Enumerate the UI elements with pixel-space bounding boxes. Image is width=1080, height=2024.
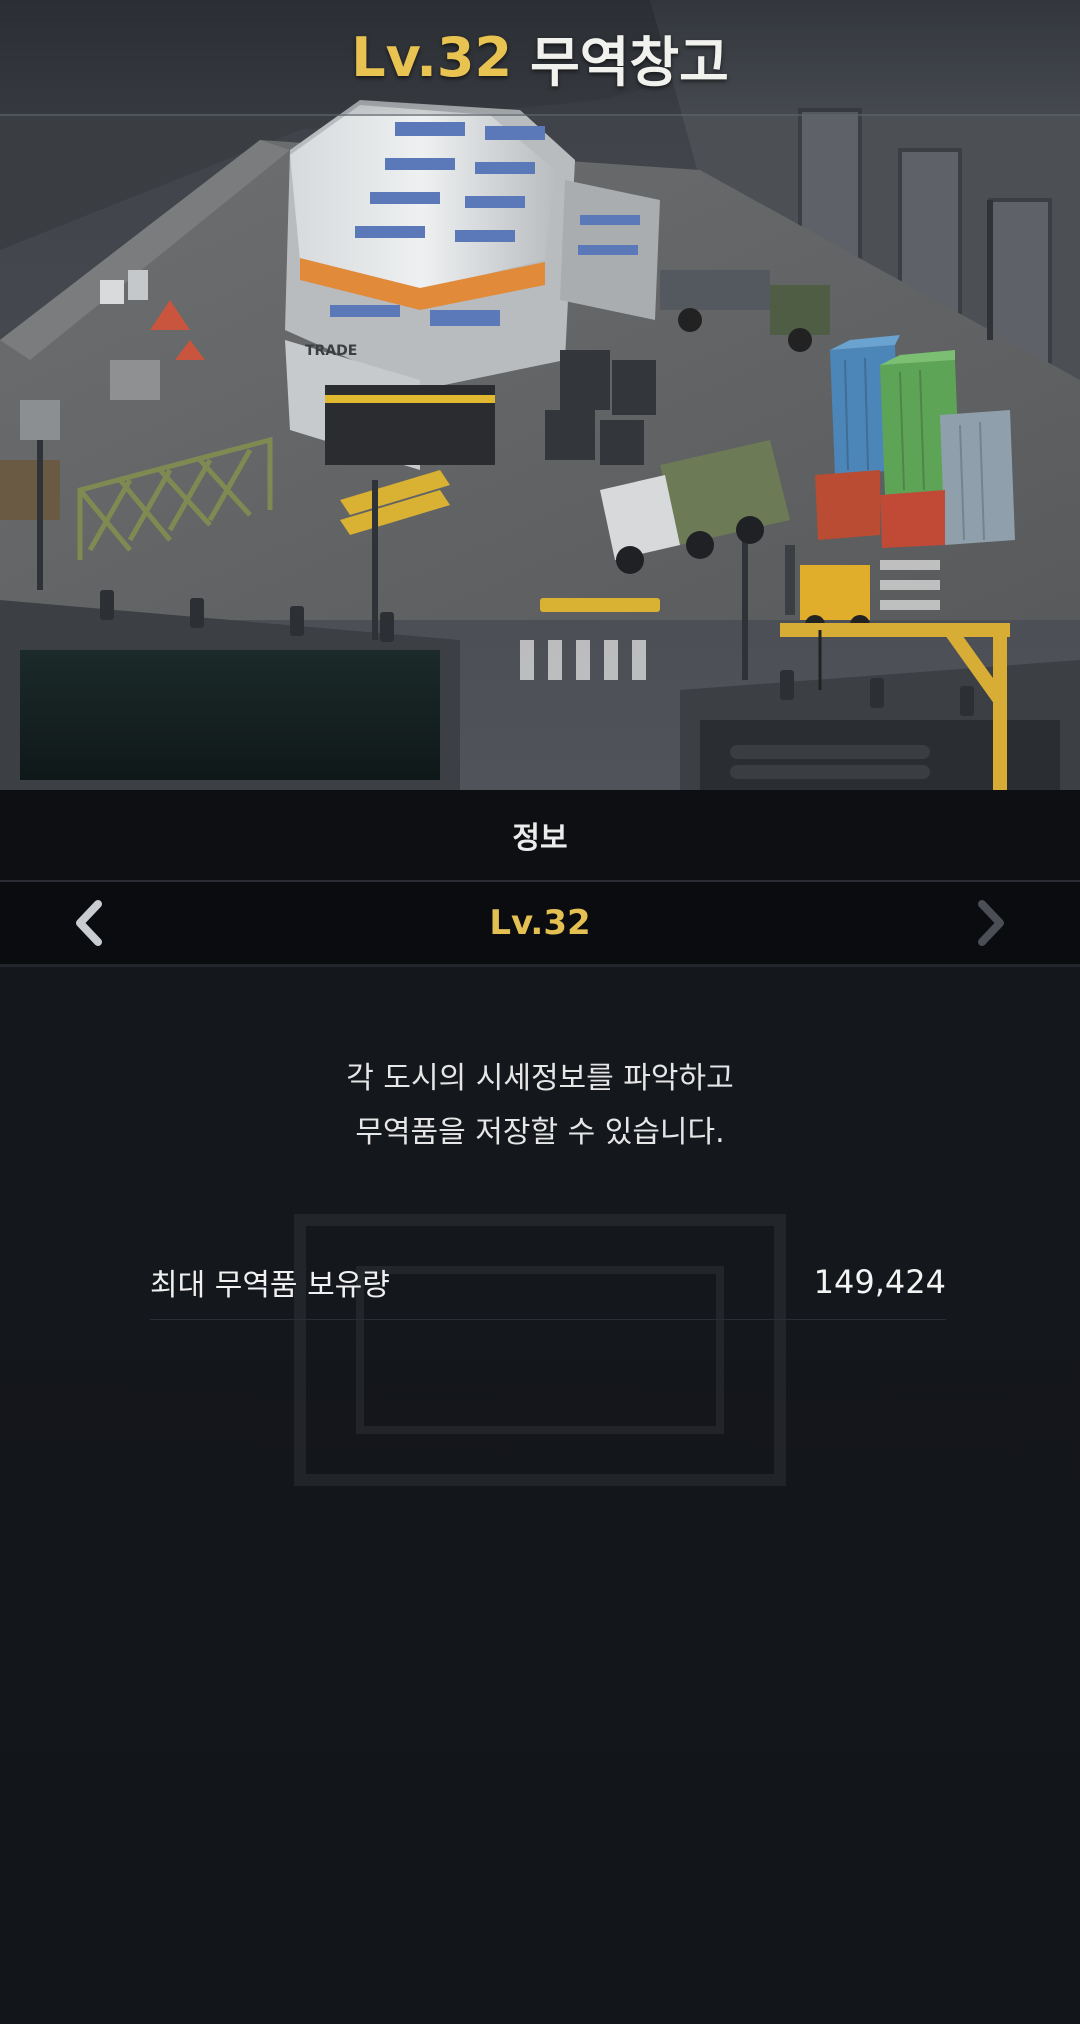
warehouse-scene: TRADE Lv.32 무역창고 bbox=[0, 0, 1080, 790]
warehouse-illustration: TRADE bbox=[0, 0, 1080, 790]
tab-info-label: 정보 bbox=[512, 821, 568, 856]
next-level-button[interactable] bbox=[968, 900, 1014, 946]
background-pattern bbox=[294, 1214, 786, 1486]
prev-level-button[interactable] bbox=[66, 900, 112, 946]
chevron-left-icon bbox=[76, 900, 102, 946]
stat-label: 최대 무역품 보유량 bbox=[150, 1268, 390, 1303]
description-line-2: 무역품을 저장할 수 있습니다. bbox=[355, 1115, 725, 1150]
building-level: Lv.32 bbox=[351, 25, 513, 89]
building-name: 무역창고 bbox=[530, 30, 729, 94]
building-info-screen: TRADE Lv.32 무역창고 정보 Lv.32 각 도시의 시세정보를 파악… bbox=[0, 0, 1080, 2024]
building-sign: TRADE bbox=[305, 343, 357, 359]
selected-level: Lv.32 bbox=[489, 903, 591, 943]
description-line-1: 각 도시의 시세정보를 파악하고 bbox=[346, 1061, 734, 1096]
level-selector: Lv.32 bbox=[0, 882, 1080, 967]
building-description: 각 도시의 시세정보를 파악하고 무역품을 저장할 수 있습니다. bbox=[0, 1052, 1080, 1160]
chevron-right-icon bbox=[978, 900, 1004, 946]
building-title: Lv.32 무역창고 bbox=[0, 0, 1080, 116]
tab-info[interactable]: 정보 bbox=[0, 790, 1080, 882]
stat-value: 149,424 bbox=[813, 1263, 946, 1301]
stat-row: 최대 무역품 보유량 149,424 bbox=[150, 1245, 946, 1320]
